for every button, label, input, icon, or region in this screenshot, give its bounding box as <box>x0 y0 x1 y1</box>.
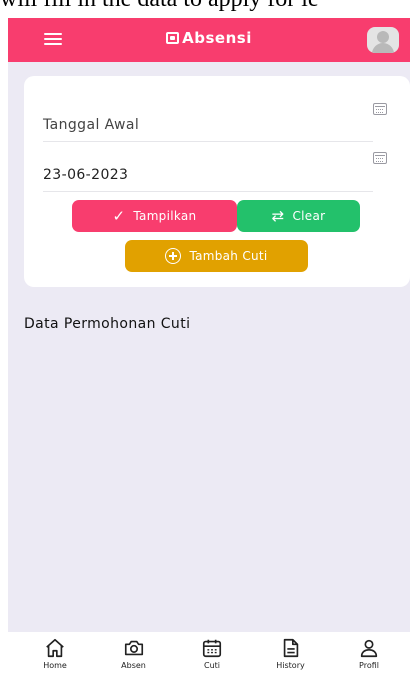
check-icon: ✓ <box>112 206 126 225</box>
end-date-calendar-icon[interactable] <box>373 152 387 164</box>
add-leave-button-label: Tambah Cuti <box>189 249 268 263</box>
end-date-value: 23-06-2023 <box>43 167 129 183</box>
nav-label-home: Home <box>43 661 67 670</box>
avatar[interactable] <box>367 27 399 53</box>
swap-arrows-icon: ⇄ <box>271 206 285 225</box>
clear-button-label: Clear <box>292 209 326 223</box>
nav-label-profil: Profil <box>359 661 379 670</box>
filter-card: Tanggal Awal 23-06-2023 ✓ Tampilkan ⇄ Cl… <box>24 76 410 287</box>
brand-title: Absensi <box>182 29 252 47</box>
start-date-placeholder: Tanggal Awal <box>43 117 140 133</box>
nav-label-absen: Absen <box>121 661 146 670</box>
end-date-field[interactable]: 23-06-2023 <box>43 146 373 192</box>
show-button-label: Tampilkan <box>133 209 197 223</box>
plus-circle-icon <box>165 248 182 264</box>
nav-item-cuti[interactable]: Cuti <box>185 632 239 677</box>
camera-icon <box>124 640 143 656</box>
app-bar: Absensi <box>8 18 410 62</box>
add-leave-button[interactable]: Tambah Cuti <box>125 240 308 272</box>
home-icon <box>46 638 64 658</box>
document-icon <box>283 638 298 658</box>
nav-item-home[interactable]: Home <box>28 632 82 677</box>
app-screen: Absensi Tanggal Awal 23-06-2023 ✓ Tampil… <box>8 18 410 677</box>
show-button[interactable]: ✓ Tampilkan <box>72 200 237 232</box>
user-icon <box>360 639 378 658</box>
nav-item-history[interactable]: History <box>264 632 318 677</box>
nav-item-profil[interactable]: Profil <box>342 632 396 677</box>
brand-logo-icon <box>166 32 180 44</box>
top-caption-text: will fill in the data to apply for le <box>0 0 415 18</box>
caption-text: will fill in the data to apply for le <box>0 0 319 13</box>
app-brand: Absensi <box>8 29 410 47</box>
calendar-icon <box>202 639 222 658</box>
nav-label-history: History <box>276 661 305 670</box>
nav-item-absen[interactable]: Absen <box>107 632 161 677</box>
start-date-calendar-icon[interactable] <box>373 103 387 115</box>
nav-label-cuti: Cuti <box>203 661 220 670</box>
clear-button[interactable]: ⇄ Clear <box>237 200 360 232</box>
start-date-field[interactable]: Tanggal Awal <box>43 96 373 142</box>
bottom-navigation: Home Absen Cuti History Profil <box>8 632 410 677</box>
section-title: Data Permohonan Cuti <box>24 316 191 332</box>
